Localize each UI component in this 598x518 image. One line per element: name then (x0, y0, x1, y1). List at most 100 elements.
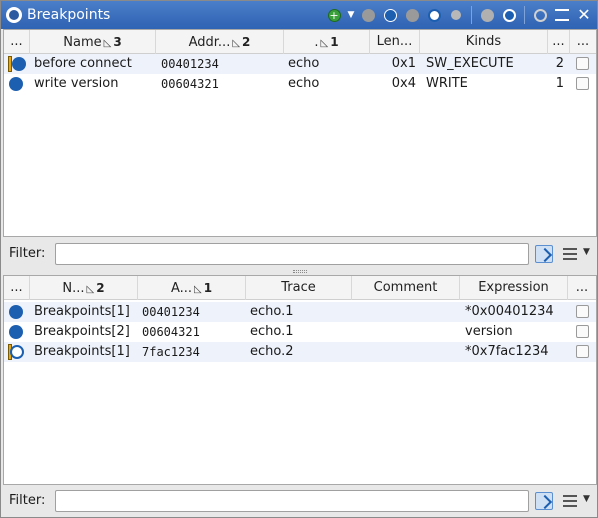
location-trace: echo.1 (250, 324, 294, 339)
location-name: Breakpoints[2] (34, 324, 130, 339)
disable-all-icon (480, 8, 494, 22)
table-header: ... N... ◺ 2 A... ◺ 1 Trace Comment Expressi… (4, 276, 596, 300)
breakpoint-length: 0x1 (391, 56, 416, 71)
breakpoint-name: write version (34, 76, 119, 91)
column-enabled[interactable]: ... (570, 30, 596, 54)
enabled-checkbox[interactable] (576, 77, 589, 90)
column-expression[interactable]: Expression (460, 276, 568, 300)
filter-apply-icon[interactable] (535, 245, 553, 263)
column-count[interactable]: ... (548, 30, 570, 54)
sort-icon: ◺ (232, 38, 241, 49)
breakpoint-address: 00401234 (161, 57, 219, 71)
breakpoint-unresolved-icon (10, 345, 24, 359)
table-row[interactable]: write version 00604321 echo 0x4 WRITE 1 (4, 74, 596, 94)
breakpoint-kind: SW_EXECUTE (426, 56, 514, 71)
column-kinds[interactable]: Kinds (420, 30, 548, 54)
disable-breakpoint-button[interactable] (359, 6, 377, 24)
sort-icon: ◺ (320, 38, 329, 49)
table-header: ... Name ◺ 3 Addr... ◺ 2 . ◺ 1 Len... Kinds ..… (4, 30, 596, 54)
table-row[interactable]: before connect 00401234 echo 0x1 SW_EXEC… (4, 54, 596, 74)
sort-icon: ◺ (103, 38, 112, 49)
column-status[interactable]: ... (4, 276, 30, 300)
column-name[interactable]: Name ◺ 3 (30, 30, 156, 54)
table-row[interactable]: Breakpoints[1] 7fac1234 echo.2 *0x7fac12… (4, 342, 596, 362)
enabled-checkbox[interactable] (576, 57, 589, 70)
filter-input[interactable] (55, 490, 529, 512)
enabled-checkbox[interactable] (576, 345, 589, 358)
location-trace: echo.2 (250, 344, 294, 359)
column-comment[interactable]: Comment (352, 276, 460, 300)
dropdown-arrow-icon[interactable]: ▼ (347, 10, 355, 20)
disable-all-button[interactable] (478, 6, 496, 24)
remove-all-button[interactable] (500, 6, 518, 24)
breakpoint-enabled-icon (9, 305, 23, 319)
toggle-breakpoint-button[interactable] (403, 6, 421, 24)
filter-input[interactable] (55, 243, 529, 265)
settings-button[interactable] (553, 6, 571, 24)
enabled-breakpoint-icon (383, 8, 397, 22)
splitter-grip-icon (293, 270, 307, 273)
filter-apply-icon[interactable] (535, 492, 553, 510)
breakpoint-kind: WRITE (426, 76, 468, 91)
enable-breakpoint-button[interactable] (381, 6, 399, 24)
column-module[interactable]: . ◺ 1 (284, 30, 370, 54)
column-length[interactable]: Len... (370, 30, 420, 54)
toolbar-separator (471, 6, 472, 24)
filter-bar-locations: Filter: ▼ (3, 486, 597, 516)
breakpoint-name: before connect (34, 56, 132, 71)
breakpoint-enabled-icon (9, 77, 23, 91)
breakpoint-enabled-icon (9, 325, 23, 339)
location-address: 7fac1234 (142, 345, 200, 359)
window-title: Breakpoints (27, 7, 111, 23)
close-button[interactable]: ✕ (575, 6, 593, 24)
chevron-down-icon[interactable]: ▼ (583, 494, 590, 504)
filter-label: Filter: (9, 493, 46, 508)
title-toolbar: + ▼ ✕ (325, 5, 593, 25)
add-breakpoint-button[interactable]: + (325, 6, 343, 24)
column-address[interactable]: A... ◺ 1 (138, 276, 246, 300)
breakpoint-count: 2 (555, 56, 564, 71)
filter-bar-breakpoints: Filter: ▼ (3, 239, 597, 269)
filter-label: Filter: (9, 246, 46, 261)
sort-icon: ◺ (86, 284, 95, 295)
breakpoint-refresh-icon (427, 8, 441, 22)
location-name: Breakpoints[1] (34, 344, 130, 359)
location-expression: version (465, 324, 513, 339)
location-expression: *0x00401234 (465, 304, 554, 319)
watch-button[interactable] (447, 6, 465, 24)
location-expression: *0x7fac1234 (465, 344, 549, 359)
chevron-down-icon[interactable]: ▼ (583, 247, 590, 257)
location-trace: echo.1 (250, 304, 294, 319)
disabled-breakpoint-icon (405, 8, 419, 22)
zoom-button[interactable] (531, 6, 549, 24)
remove-all-icon (502, 8, 516, 22)
table-row[interactable]: Breakpoints[1] 00401234 echo.1 *0x004012… (4, 302, 596, 322)
column-status[interactable]: ... (4, 30, 30, 54)
filter-settings-icon[interactable] (561, 245, 579, 263)
close-icon: ✕ (577, 5, 591, 24)
filter-settings-icon[interactable] (561, 492, 579, 510)
table-row[interactable]: Breakpoints[2] 00604321 echo.1 version (4, 322, 596, 342)
column-trace[interactable]: Trace (246, 276, 352, 300)
breakpoints-table: ... Name ◺ 3 Addr... ◺ 2 . ◺ 1 Len... Kinds ..… (3, 29, 597, 237)
breakpoint-address: 00604321 (161, 77, 219, 91)
settings-icon (555, 9, 569, 21)
breakpoint-length: 0x4 (391, 76, 416, 91)
location-name: Breakpoints[1] (34, 304, 130, 319)
column-name[interactable]: N... ◺ 2 (30, 276, 138, 300)
enabled-checkbox[interactable] (576, 305, 589, 318)
disabled-breakpoint-icon (361, 8, 375, 22)
enabled-checkbox[interactable] (576, 325, 589, 338)
zoom-icon (533, 8, 547, 22)
toolbar-separator (524, 6, 525, 24)
add-breakpoint-icon: + (327, 8, 341, 22)
location-address: 00604321 (142, 325, 200, 339)
breakpoint-count: 1 (555, 76, 564, 91)
column-enabled[interactable]: ... (568, 276, 596, 300)
location-address: 00401234 (142, 305, 200, 319)
sort-icon: ◺ (194, 284, 202, 295)
column-address[interactable]: Addr... ◺ 2 (156, 30, 284, 54)
watch-icon (451, 10, 461, 20)
breakpoints-window-icon (6, 7, 22, 23)
refresh-breakpoint-button[interactable] (425, 6, 443, 24)
